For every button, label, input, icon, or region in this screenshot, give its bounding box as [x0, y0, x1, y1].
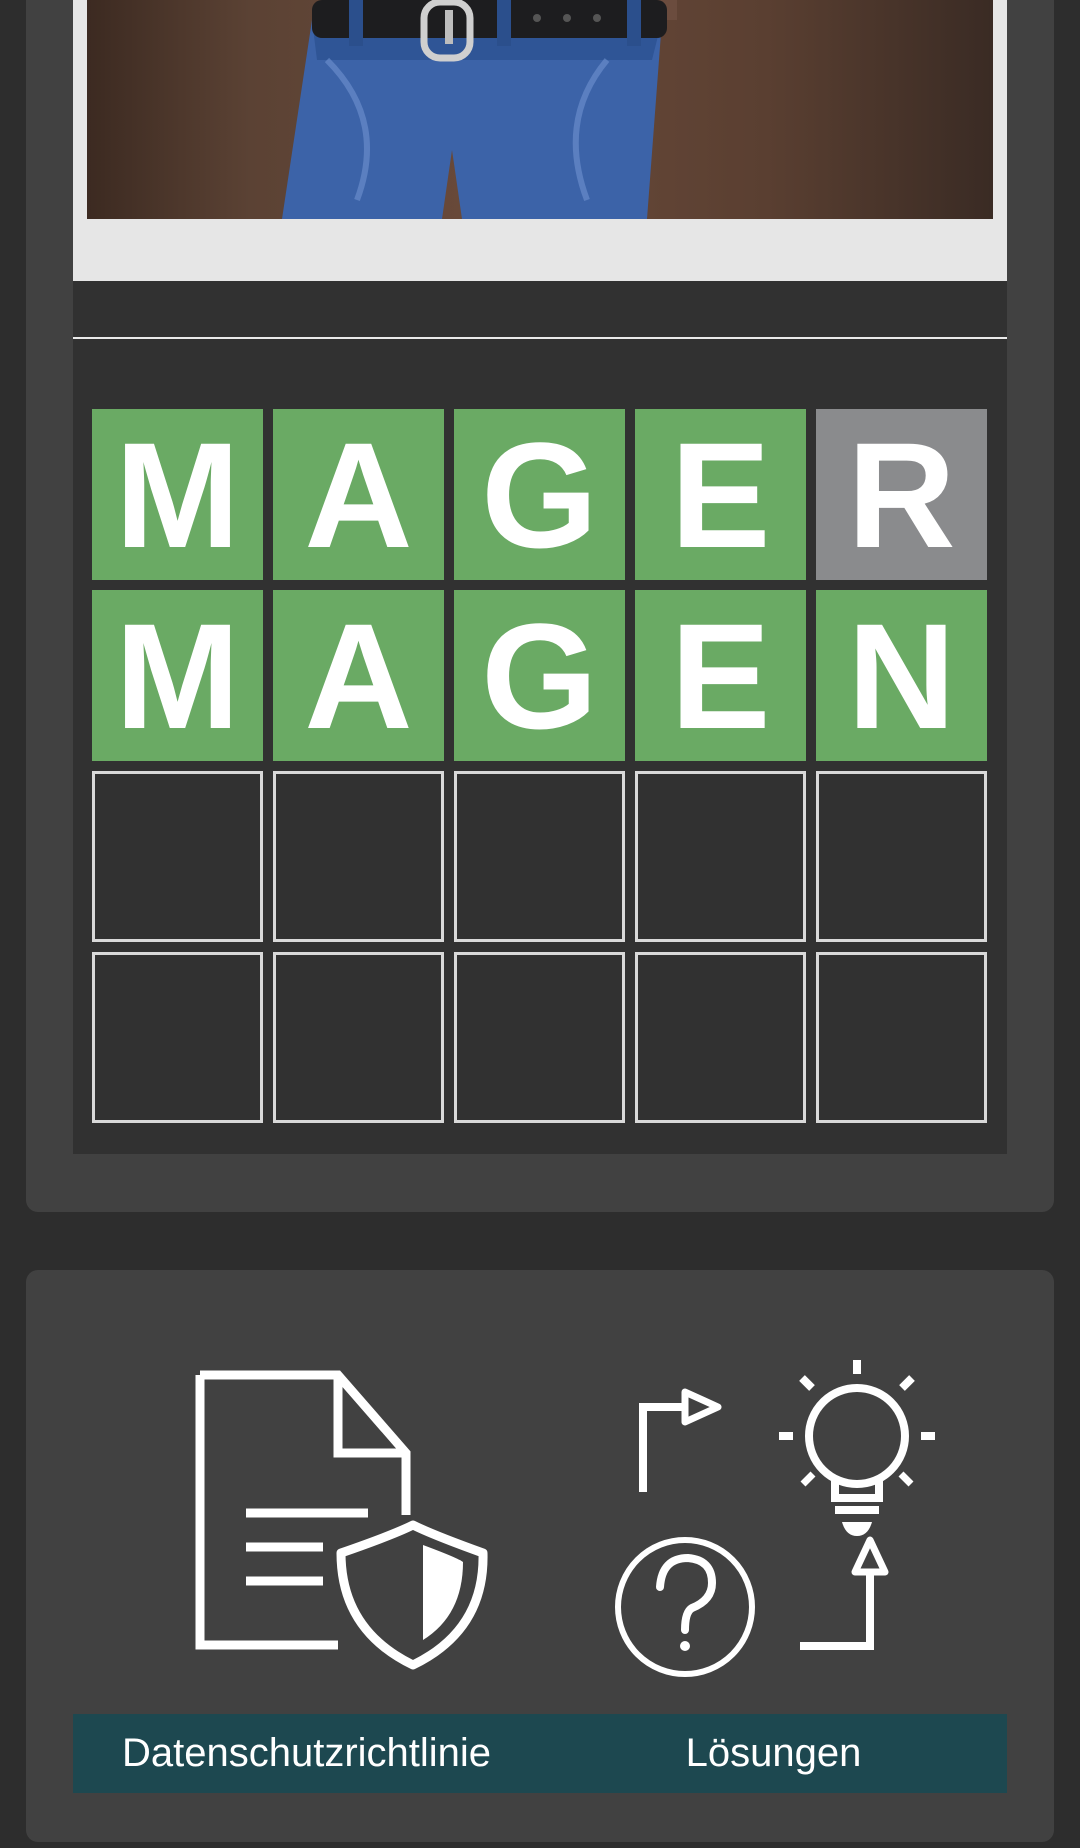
empty-tile — [92, 952, 263, 1123]
person-photo — [87, 0, 993, 219]
privacy-policy-button[interactable] — [73, 1340, 540, 1710]
letter-tile: R — [816, 409, 987, 580]
solutions-label[interactable]: Lösungen — [540, 1714, 1007, 1793]
letter-tile: G — [454, 409, 625, 580]
letter-tile: M — [92, 409, 263, 580]
letter-tile: E — [635, 409, 806, 580]
solutions-button[interactable] — [540, 1340, 1007, 1710]
letter-tile: M — [92, 590, 263, 761]
letter-tile: N — [816, 590, 987, 761]
document-shield-icon — [195, 1370, 488, 1670]
game-board-panel: MAGER MAGEN — [73, 281, 1007, 1154]
photo-image — [282, 0, 677, 219]
empty-tile — [273, 952, 444, 1123]
divider — [73, 337, 1007, 339]
letter-tile: A — [273, 409, 444, 580]
empty-tile — [454, 771, 625, 942]
empty-tile — [816, 952, 987, 1123]
empty-tile — [635, 952, 806, 1123]
empty-tile — [92, 771, 263, 942]
lightbulb-question-icon — [615, 1360, 935, 1677]
privacy-policy-label[interactable]: Datenschutzrichtlinie — [73, 1714, 540, 1793]
empty-tile — [273, 771, 444, 942]
letter-tile: G — [454, 590, 625, 761]
empty-tile — [454, 952, 625, 1123]
empty-tile — [635, 771, 806, 942]
empty-tile — [816, 771, 987, 942]
letter-tile: A — [273, 590, 444, 761]
letter-tile: E — [635, 590, 806, 761]
